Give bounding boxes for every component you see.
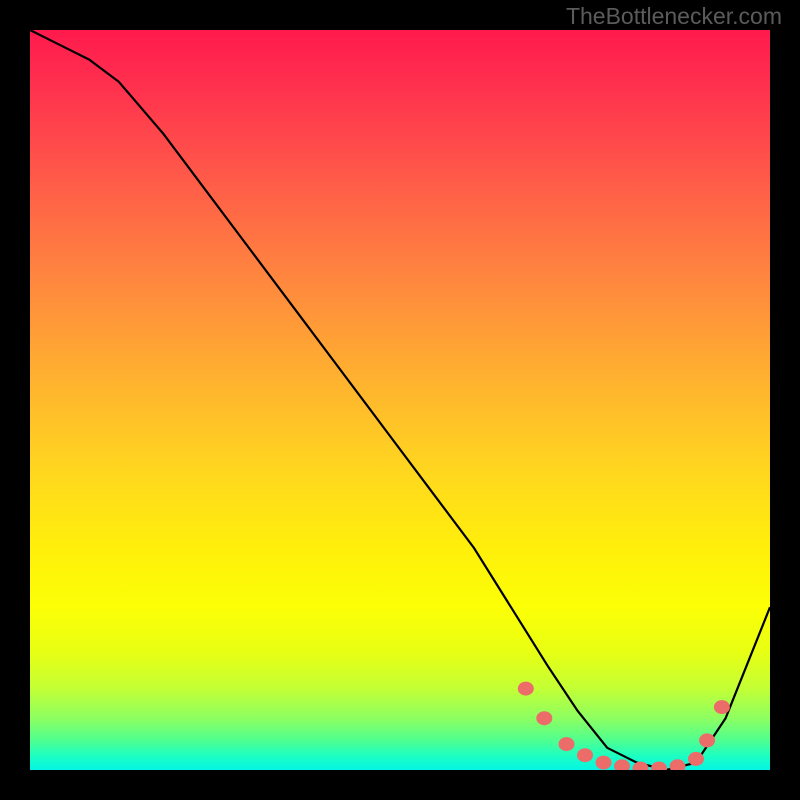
data-marker xyxy=(670,759,686,770)
watermark-text: TheBottlenecker.com xyxy=(566,3,782,30)
data-marker xyxy=(699,733,715,747)
chart-svg xyxy=(30,30,770,770)
data-marker xyxy=(577,748,593,762)
data-marker xyxy=(651,762,667,771)
data-marker xyxy=(688,752,704,766)
data-marker xyxy=(614,759,630,770)
data-marker xyxy=(559,737,575,751)
chart-container xyxy=(30,30,770,770)
data-marker xyxy=(596,756,612,770)
data-marker xyxy=(714,700,730,714)
data-marker xyxy=(518,682,534,696)
bottleneck-curve xyxy=(30,30,770,770)
data-marker xyxy=(536,711,552,725)
